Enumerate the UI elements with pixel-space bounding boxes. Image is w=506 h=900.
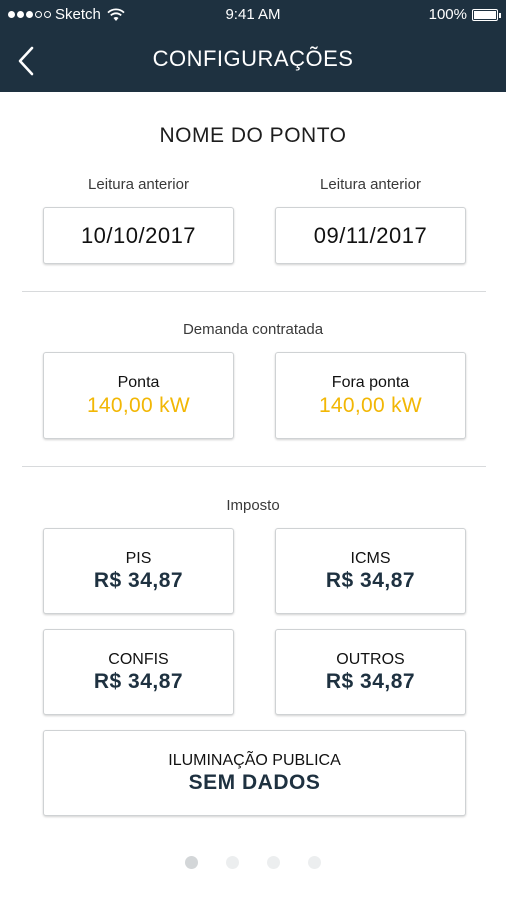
tax-confis-card[interactable]: CONFIS R$ 34,87 — [43, 629, 234, 715]
tax-confis-value: R$ 34,87 — [93, 669, 184, 693]
tax-confis-label: CONFIS — [108, 650, 169, 668]
tax-pis-card[interactable]: PIS R$ 34,87 — [43, 528, 234, 614]
tax-iluminacao-value: SEM DADOS — [188, 770, 321, 794]
tax-iluminacao-label: ILUMINAÇÃO PUBLICA — [168, 751, 341, 769]
page-dot[interactable] — [267, 856, 280, 869]
tax-icms-label: ICMS — [350, 549, 391, 567]
page-indicator — [0, 856, 506, 869]
reading-date-field-1[interactable]: 10/10/2017 — [43, 207, 234, 264]
divider — [22, 466, 486, 467]
page-dot[interactable] — [308, 856, 321, 869]
demand-ponta-value: 140,00 kW — [86, 393, 191, 417]
page-dot[interactable] — [185, 856, 198, 869]
tax-outros-card[interactable]: OUTROS R$ 34,87 — [275, 629, 466, 715]
reading-label-2: Leitura anterior — [320, 176, 421, 193]
tax-icms-value: R$ 34,87 — [325, 568, 416, 592]
demand-ponta-card[interactable]: Ponta 140,00 kW — [43, 352, 234, 439]
tax-outros-value: R$ 34,87 — [325, 669, 416, 693]
tax-pis-value: R$ 34,87 — [93, 568, 184, 592]
battery-percent: 100% — [428, 6, 467, 23]
page-title: CONFIGURAÇÕES — [152, 46, 354, 71]
tax-pis-label: PIS — [125, 549, 152, 567]
reading-date-value: 10/10/2017 — [80, 222, 197, 248]
reading-label-1: Leitura anterior — [88, 176, 189, 193]
tax-icms-card[interactable]: ICMS R$ 34,87 — [275, 528, 466, 614]
demand-fora-ponta-label: Fora ponta — [331, 373, 410, 391]
divider — [22, 291, 486, 292]
nav-bar: CONFIGURAÇÕES — [0, 30, 506, 92]
tax-iluminacao-card[interactable]: ILUMINAÇÃO PUBLICA SEM DADOS — [43, 730, 466, 816]
demand-ponta-label: Ponta — [117, 373, 160, 391]
demand-title: Demanda contratada — [182, 321, 324, 338]
demand-fora-ponta-card[interactable]: Fora ponta 140,00 kW — [275, 352, 466, 439]
battery-icon — [472, 8, 501, 21]
reading-date-value: 09/11/2017 — [313, 222, 428, 248]
demand-fora-ponta-value: 140,00 kW — [318, 393, 423, 417]
point-name: NOME DO PONTO — [159, 124, 347, 147]
status-bar: Sketch 9:41 AM 100% — [0, 0, 506, 30]
status-right: 100% — [428, 6, 501, 23]
page-dot[interactable] — [226, 856, 239, 869]
tax-title: Imposto — [226, 497, 280, 514]
reading-date-field-2[interactable]: 09/11/2017 — [275, 207, 466, 264]
tax-outros-label: OUTROS — [336, 650, 405, 668]
